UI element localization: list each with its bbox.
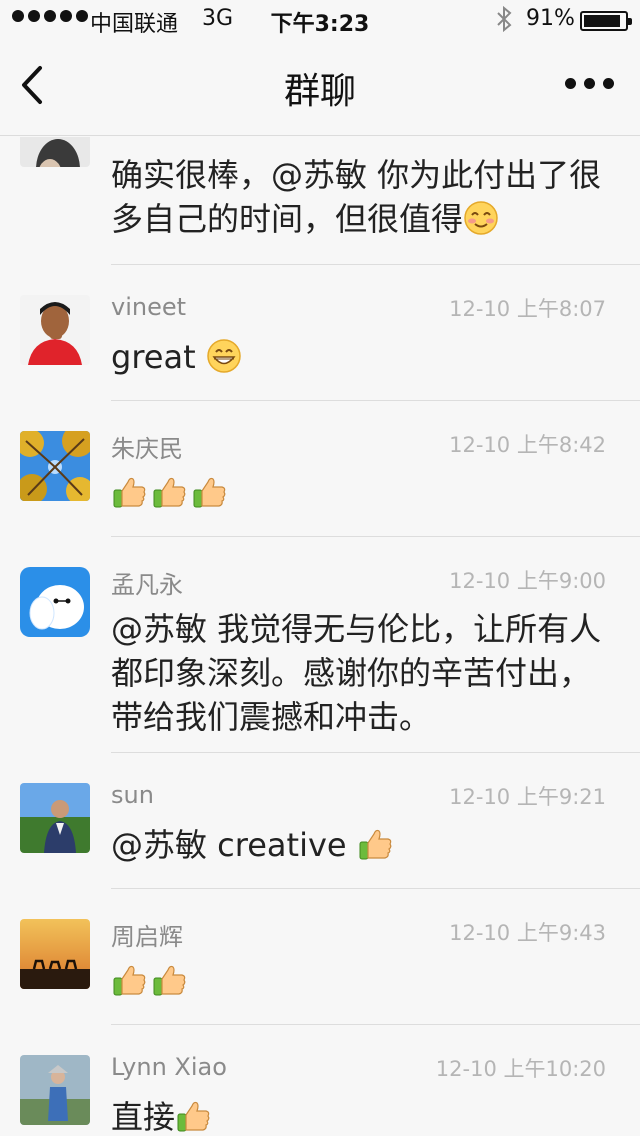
list-item[interactable]: vineet 12-10 上午8:07 great xyxy=(0,265,640,401)
thumbs-up-emoji-icon xyxy=(357,826,393,862)
thumbs-up-emoji-icon xyxy=(111,474,147,510)
avatar[interactable] xyxy=(20,567,90,637)
sender-name: 孟凡永 xyxy=(111,571,183,599)
message-text: @苏敏 我觉得无与伦比，让所有人都印象深刻。感谢你的辛苦付出，带给我们震撼和冲击… xyxy=(111,610,602,736)
list-item[interactable]: 周启辉 12-10 上午9:43 xyxy=(0,889,640,1025)
avatar[interactable] xyxy=(20,137,90,167)
list-item[interactable]: Lynn Xiao 12-10 上午10:20 直接 xyxy=(0,1025,640,1136)
message-text: great xyxy=(111,335,611,379)
status-bar: 中国联通 3G 下午3:23 91% xyxy=(0,0,640,40)
thumbs-up-emoji-icon xyxy=(175,1098,211,1134)
blush-emoji-icon xyxy=(463,200,499,236)
thumbs-up-emoji-icon xyxy=(151,962,187,998)
message-time: 12-10 上午8:42 xyxy=(449,433,606,457)
more-options-button[interactable] xyxy=(565,78,614,89)
message-time: 12-10 上午9:00 xyxy=(449,569,606,593)
message-text: @苏敏 creative xyxy=(111,823,611,867)
battery-percentage: 91% xyxy=(526,6,575,31)
message-text xyxy=(111,471,611,515)
list-item[interactable]: sun 12-10 上午9:21 @苏敏 creative xyxy=(0,753,640,889)
list-item[interactable]: 朱庆民 12-10 上午8:42 xyxy=(0,401,640,537)
grin-emoji-icon xyxy=(206,338,242,374)
bluetooth-icon xyxy=(496,5,512,38)
message-text xyxy=(111,959,611,1003)
sender-name: Lynn Xiao xyxy=(111,1053,227,1081)
message-time: 12-10 上午8:07 xyxy=(449,297,606,321)
avatar[interactable] xyxy=(20,783,90,853)
message-time: 12-10 上午10:20 xyxy=(435,1057,606,1081)
page-title: 群聊 xyxy=(283,71,356,112)
message-time: 12-10 上午9:21 xyxy=(449,785,606,809)
sender-name: vineet xyxy=(111,293,187,321)
battery-icon xyxy=(580,11,632,31)
avatar[interactable] xyxy=(20,431,90,501)
message-time: 12-10 上午9:43 xyxy=(449,921,606,945)
avatar[interactable] xyxy=(20,295,90,365)
message-text: 确实很棒，@苏敏 你为此付出了很多自己的时间，但很值得 xyxy=(111,156,602,238)
more-dot-icon xyxy=(565,78,576,89)
avatar[interactable] xyxy=(20,1055,90,1125)
list-item[interactable]: 确实很棒，@苏敏 你为此付出了很多自己的时间，但很值得 xyxy=(0,137,640,265)
sender-name: 朱庆民 xyxy=(111,435,183,463)
thumbs-up-emoji-icon xyxy=(151,474,187,510)
sender-name: 周启辉 xyxy=(111,923,183,951)
thumbs-up-emoji-icon xyxy=(191,474,227,510)
message-list[interactable]: 确实很棒，@苏敏 你为此付出了很多自己的时间，但很值得 vineet 12-10… xyxy=(0,137,640,1136)
list-item[interactable]: 孟凡永 12-10 上午9:00 @苏敏 我觉得无与伦比，让所有人都印象深刻。感… xyxy=(0,537,640,753)
thumbs-up-emoji-icon xyxy=(111,962,147,998)
avatar[interactable] xyxy=(20,919,90,989)
sender-name: sun xyxy=(111,781,154,809)
more-dot-icon xyxy=(603,78,614,89)
navigation-bar: 群聊 xyxy=(0,40,640,136)
more-dot-icon xyxy=(584,78,595,89)
message-text: 直接 xyxy=(111,1095,611,1136)
